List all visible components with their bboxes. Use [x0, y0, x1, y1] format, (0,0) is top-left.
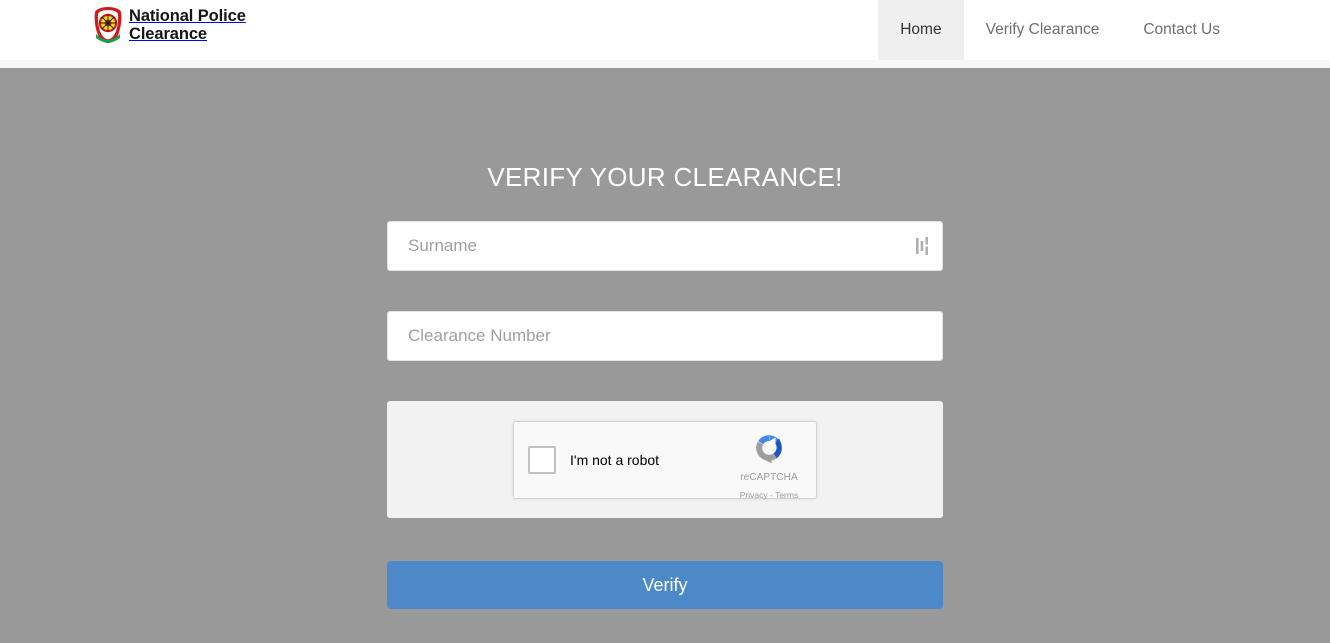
autofill-icon[interactable]: [916, 237, 930, 255]
recaptcha-logo-icon: [751, 430, 787, 466]
recaptcha-widget[interactable]: I'm not a robot reCAPTCHA Privacy - Term…: [513, 420, 817, 500]
verify-form: VERIFY YOUR CLEARANCE! I'm not a robot: [387, 68, 943, 609]
clearance-number-field[interactable]: [387, 311, 943, 361]
brand-logo-link[interactable]: National Police Clearance: [93, 6, 246, 44]
nav-item-home[interactable]: Home: [878, 0, 964, 60]
brand-line-2: Clearance: [129, 25, 207, 43]
recaptcha-label: I'm not a robot: [570, 451, 660, 468]
page-body: VERIFY YOUR CLEARANCE! I'm not a robot: [0, 68, 1330, 643]
surname-input[interactable]: [388, 222, 942, 270]
recaptcha-brand-name: reCAPTCHA: [740, 471, 798, 483]
police-badge-logo-icon: [93, 6, 123, 44]
main-navigation: Home Verify Clearance Contact Us: [878, 0, 1242, 60]
recaptcha-checkbox[interactable]: [528, 445, 556, 474]
recaptcha-branding: reCAPTCHA Privacy - Terms: [732, 430, 806, 503]
header-divider: [0, 60, 1330, 68]
brand-line-1: National Police: [129, 6, 246, 25]
page-title: VERIFY YOUR CLEARANCE!: [487, 162, 843, 192]
nav-item-contact-us[interactable]: Contact Us: [1121, 0, 1242, 60]
brand-text: National Police Clearance: [129, 7, 246, 44]
nav-item-verify-clearance[interactable]: Verify Clearance: [964, 0, 1122, 60]
clearance-number-input[interactable]: [388, 312, 942, 360]
recaptcha-privacy-terms[interactable]: Privacy - Terms: [740, 490, 798, 500]
surname-field[interactable]: [387, 221, 943, 271]
verify-button[interactable]: Verify: [387, 561, 943, 609]
captcha-panel: I'm not a robot reCAPTCHA Privacy - Term…: [387, 401, 943, 518]
site-header: National Police Clearance Home Verify Cl…: [0, 0, 1330, 60]
